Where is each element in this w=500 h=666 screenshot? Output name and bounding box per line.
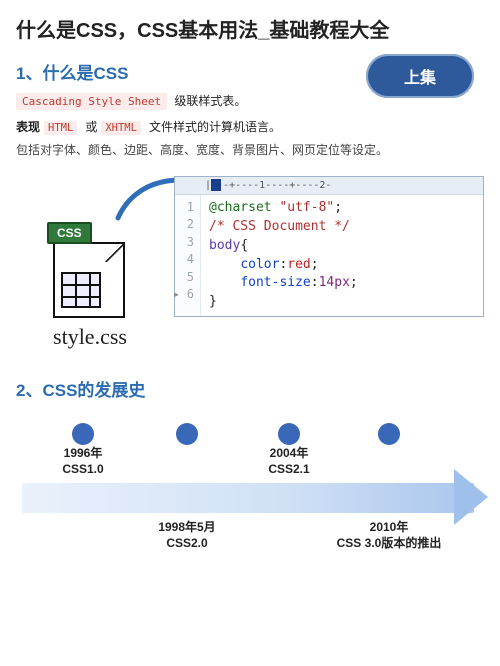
presents-prefix: 表现 [16,118,40,135]
episode-badge: 上集 [366,54,474,98]
editor-ruler: |---+----1----+----2- [175,177,483,195]
timeline-dot [278,423,300,445]
timeline: 1996年CSS1.0 1998年5月CSS2.0 2004年CSS2.1 2010年… [16,419,484,569]
css-file-icon: CSS [47,214,133,318]
timeline-dot [176,423,198,445]
timeline-arrowhead-icon [454,469,488,525]
chip-html: HTML [44,121,77,135]
timeline-label: 1996年CSS1.0 [28,445,138,477]
chip-xhtml: XHTML [101,121,141,135]
gutter-line: 3 [175,234,194,251]
gutter-line: 1 [175,199,194,216]
css-tag-label: CSS [47,222,92,244]
timeline-label: 2010年CSS 3.0版本的推出 [334,519,444,551]
gutter-line: ▸6 [175,286,194,303]
ruler-text: |---+----1----+----2- [205,180,331,191]
page-title: 什么是CSS，CSS基本用法_基础教程大全 [16,18,484,45]
editor-gutter: 1 2 3 4 5 ▸6 [175,195,201,316]
timeline-dot [72,423,94,445]
chip-cascading: Cascading Style Sheet [16,93,167,110]
illustration-row: CSS style.css |---+----1----+----2- 1 2 … [16,176,484,350]
ruler-cursor-icon [211,179,221,191]
definition-row-2: 表现 HTML 或 XHTML 文件样式的计算机语言。 [16,118,484,135]
timeline-label: 1998年5月CSS2.0 [132,519,242,551]
code-editor: |---+----1----+----2- 1 2 3 4 5 ▸6 @char… [174,176,484,317]
gutter-line: 4 [175,251,194,268]
definition-suffix: 级联样式表。 [174,94,246,108]
file-name-label: style.css [53,324,127,350]
timeline-dot [378,423,400,445]
presents-suffix: 文件样式的计算机语言。 [149,118,281,135]
sep-or: 或 [85,118,97,135]
editor-code: @charset "utf-8"; /* CSS Document */ bod… [201,195,366,316]
timeline-label: 2004年CSS2.1 [234,445,344,477]
section-2-heading: 2、CSS的发展史 [16,376,484,401]
timeline-bar [22,483,474,513]
gutter-line: 5 [175,269,194,286]
gutter-line: 2 [175,216,194,233]
definition-includes: 包括对字体、颜色、边距、高度、宽度、背景图片、网页定位等设定。 [16,141,484,158]
